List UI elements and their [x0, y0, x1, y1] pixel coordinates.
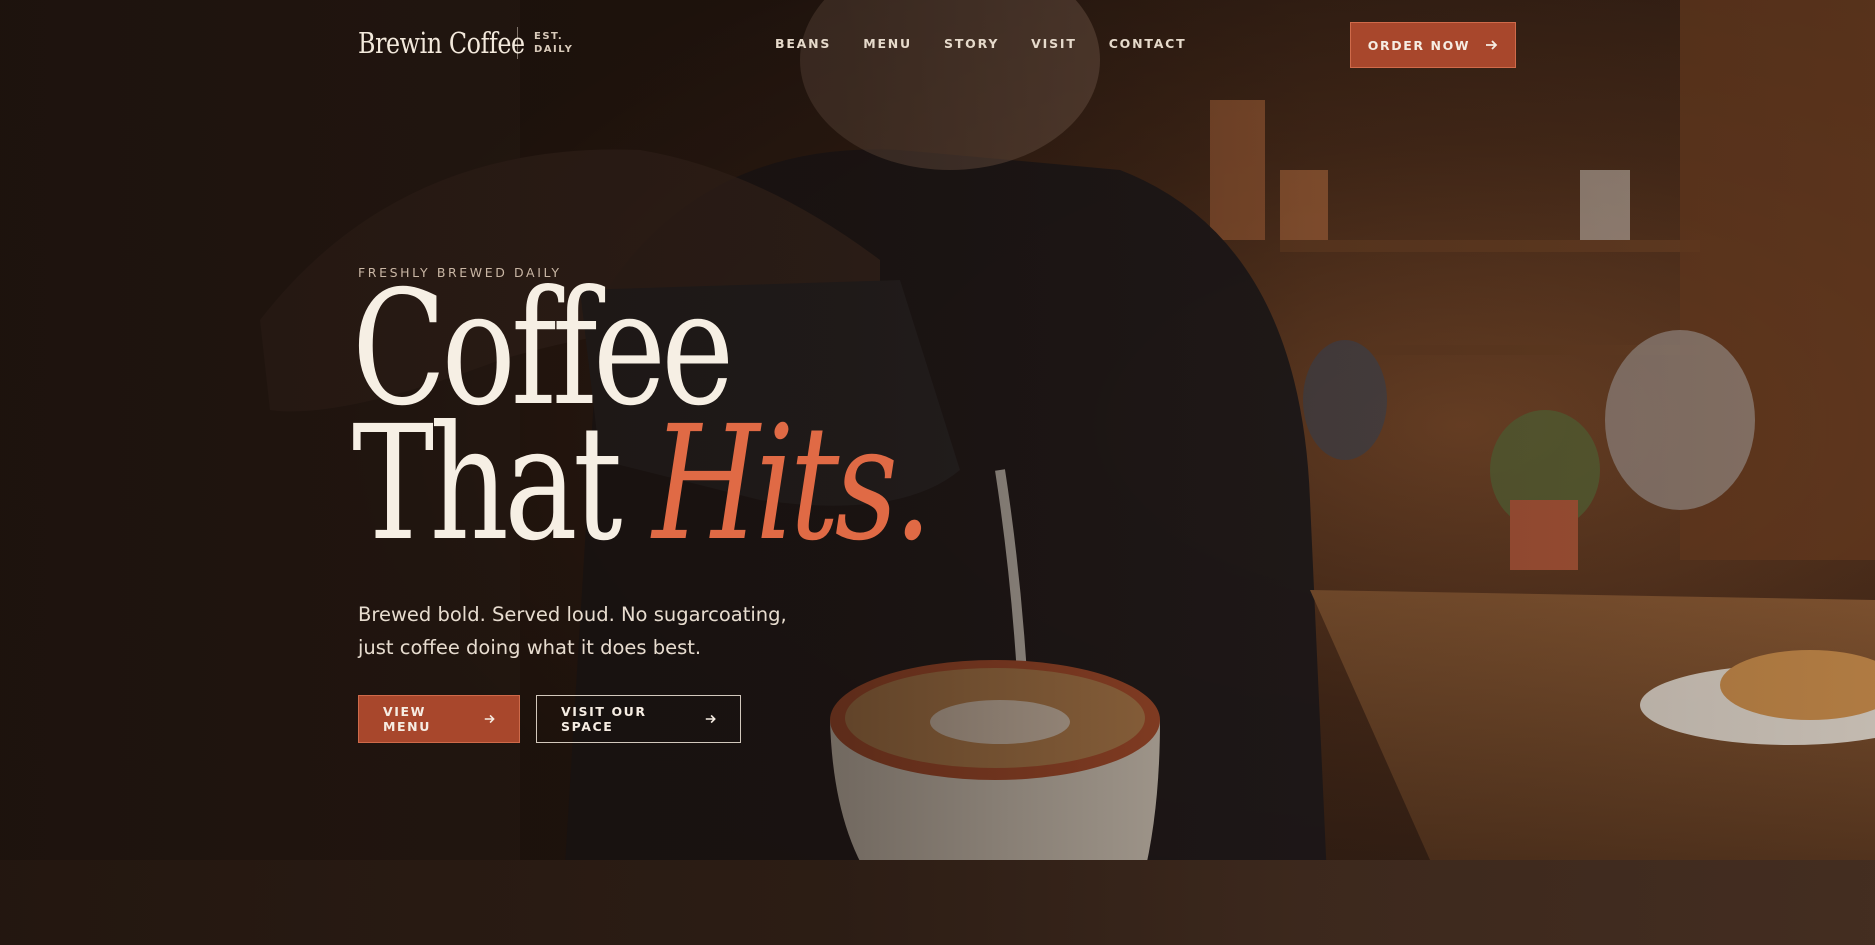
nav-visit[interactable]: VISIT [1031, 36, 1077, 51]
brand-est: EST. [534, 31, 564, 42]
brand-tagline: EST. DAILY [534, 30, 573, 56]
order-now-label: ORDER NOW [1367, 37, 1471, 53]
hero-headline: Coffee That Hits. [352, 270, 1090, 563]
view-menu-button[interactable]: VIEW MENU [358, 695, 520, 743]
nav-menu[interactable]: MENU [863, 36, 912, 51]
nav-beans[interactable]: BEANS [775, 36, 831, 51]
visit-our-space-label: VISIT OUR SPACE [561, 704, 647, 734]
headline-hits: Hits. [652, 392, 932, 576]
hero-subtitle: Brewed bold. Served loud. No sugarcoatin… [358, 603, 787, 659]
view-menu-label: VIEW MENU [383, 704, 431, 734]
hero-buttons: VIEW MENU VISIT OUR SPACE [358, 695, 741, 743]
order-now-button[interactable]: ORDER NOW [1350, 22, 1516, 68]
headline-that: That [352, 392, 653, 576]
main-nav: BEANS MENU STORY VISIT CONTACT [775, 36, 1218, 51]
headline-line-2: That Hits. [352, 405, 932, 563]
arrow-right-icon [705, 714, 716, 724]
visit-our-space-button[interactable]: VISIT OUR SPACE [536, 695, 741, 743]
site-header: Brewin Coffee EST. DAILY BEANS MENU STOR… [0, 0, 1875, 90]
arrow-right-icon [484, 714, 495, 724]
brand-daily: DAILY [534, 44, 574, 55]
brand-name: Brewin Coffee [358, 26, 525, 60]
hero-section: Brewin Coffee EST. DAILY BEANS MENU STOR… [0, 0, 1875, 945]
brand[interactable]: Brewin Coffee EST. DAILY [358, 26, 573, 60]
nav-story[interactable]: STORY [944, 36, 999, 51]
nav-contact[interactable]: CONTACT [1109, 36, 1187, 51]
arrow-right-icon [1486, 40, 1498, 50]
